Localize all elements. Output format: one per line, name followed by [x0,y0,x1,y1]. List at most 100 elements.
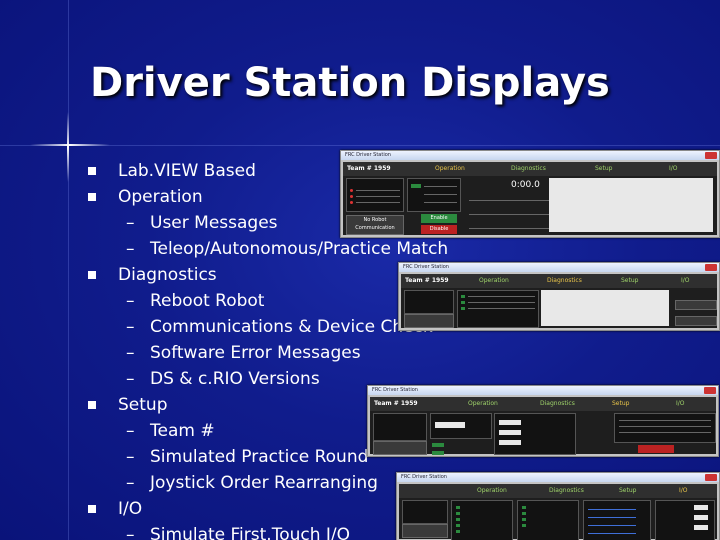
no-robot-communication [404,314,454,328]
sub-bullet-item: – Simulate First.Touch I/O [88,522,448,540]
reboot-button[interactable] [675,300,717,310]
tab-operation: Operation [479,277,509,284]
status-panel [346,178,404,212]
tab-diagnostics: Diagnostics [511,165,546,172]
disable-button[interactable]: Disable [421,225,457,234]
team-number: Team # 1959 [405,277,449,284]
window-body: Operation Diagnostics Setup I/O [399,484,717,540]
tab-diagnostics: Diagnostics [549,487,584,494]
bullet-text: Lab.VIEW Based [118,161,256,181]
tab-setup: Setup [621,277,639,284]
slide-title: Driver Station Displays [90,60,610,106]
tab-io: I/O [679,487,688,494]
bullet-text: Teleop/Autonomous/Practice Match [150,239,449,259]
decorative-vertical-line [68,0,69,540]
sparkle-icon-vertical [67,112,69,182]
window-titlebar: FRC Driver Station [397,473,719,482]
joystick-order-panel [614,413,716,443]
window-titlebar: FRC Driver Station [399,263,719,272]
analog-inputs-panel [517,500,579,540]
tab-setup: Setup [619,487,637,494]
user-messages-panel [549,178,713,232]
dash-marker: – [126,473,135,493]
slide: Driver Station Displays Lab.VIEW Based Op… [0,0,720,540]
sub-bullet-item: – Software Error Messages [88,340,448,366]
joystick-action-button[interactable] [638,445,674,453]
sparkle-icon-horizontal [30,144,110,146]
dash-marker: – [126,317,135,337]
no-robot-communication: No Robot Communication [346,215,404,235]
enable-button[interactable]: Enable [421,214,457,223]
screenshot-diagnostics: FRC Driver Station Team # 1959 Operation… [398,262,720,331]
restart-button[interactable] [675,316,717,326]
dash-marker: – [126,291,135,311]
team-number: Team # 1959 [374,400,418,407]
bullet-text: Team # [150,421,215,441]
tab-setup: Setup [612,400,630,407]
tab-setup: Setup [595,165,613,172]
window-body: Team # 1959 Operation Diagnostics Setup … [343,162,717,235]
messages-panel [541,290,669,326]
screenshot-io: FRC Driver Station Operation Diagnostics… [396,472,720,540]
dash-marker: – [126,447,135,467]
dash-marker: – [126,421,135,441]
tab-header: Team # 1959 Operation Diagnostics Setup … [370,397,716,411]
device-check-panel [457,290,539,328]
tab-io: I/O [669,165,678,172]
team-number: Team # 1959 [347,165,391,172]
bullet-text: Setup [118,395,168,415]
bullet-text: Operation [118,187,203,207]
sub-bullet-item: – Communications & Device Check [88,314,448,340]
tab-operation: Operation [477,487,507,494]
bullet-item: I/O [88,496,448,522]
dash-marker: – [126,239,135,259]
close-icon [705,152,717,159]
close-icon [705,264,717,271]
tab-operation: Operation [435,165,465,172]
team-number-panel [430,413,492,439]
slider-panel [583,500,651,540]
dash-marker: – [126,213,135,233]
bullet-text: User Messages [150,213,278,233]
bullet-text: Diagnostics [118,265,217,285]
tab-header: Team # 1959 Operation Diagnostics Setup … [401,274,717,288]
window-body: Team # 1959 Operation Diagnostics Setup … [401,274,717,328]
dash-marker: – [126,525,135,540]
no-robot-communication [402,524,448,538]
screenshot-operation: FRC Driver Station Team # 1959 Operation… [340,150,720,238]
bullet-text: Simulated Practice Round [150,447,369,467]
sub-bullet-item: – Joystick Order Rearranging [88,470,448,496]
practice-round-panel [494,413,576,455]
no-robot-communication [373,441,427,455]
bullet-item: Diagnostics [88,262,448,288]
outputs-panel [655,500,715,540]
tab-header: Operation Diagnostics Setup I/O [399,484,717,498]
bullet-text: Reboot Robot [150,291,265,311]
indicator-icon [350,189,353,192]
indicator-icon [350,195,353,198]
window-body: Team # 1959 Operation Diagnostics Setup … [370,397,716,455]
dash-marker: – [126,343,135,363]
sub-bullet-item: – Reboot Robot [88,288,448,314]
bullet-text: I/O [118,499,143,519]
elapsed-time: 0:00.0 [511,180,540,190]
tab-operation: Operation [468,400,498,407]
bullet-text: Joystick Order Rearranging [150,473,378,493]
bullet-text: Software Error Messages [150,343,361,363]
tab-diagnostics: Diagnostics [540,400,575,407]
tab-diagnostics: Diagnostics [547,277,582,284]
bullet-text: Simulate First.Touch I/O [150,525,351,540]
screenshot-setup: FRC Driver Station Team # 1959 Operation… [367,385,719,457]
bullet-text: DS & c.RIO Versions [150,369,320,389]
close-icon [704,387,716,394]
tab-io: I/O [676,400,685,407]
close-icon [705,474,717,481]
sub-bullet-item: – Teleop/Autonomous/Practice Match [88,236,448,262]
window-titlebar: FRC Driver Station [341,151,719,160]
bullet-text: Communications & Device Check [150,317,433,337]
tab-header: Team # 1959 Operation Diagnostics Setup … [343,162,717,176]
indicator-icon [350,201,353,204]
mode-panel [407,178,461,212]
digital-inputs-panel [451,500,513,540]
dash-marker: – [126,369,135,389]
